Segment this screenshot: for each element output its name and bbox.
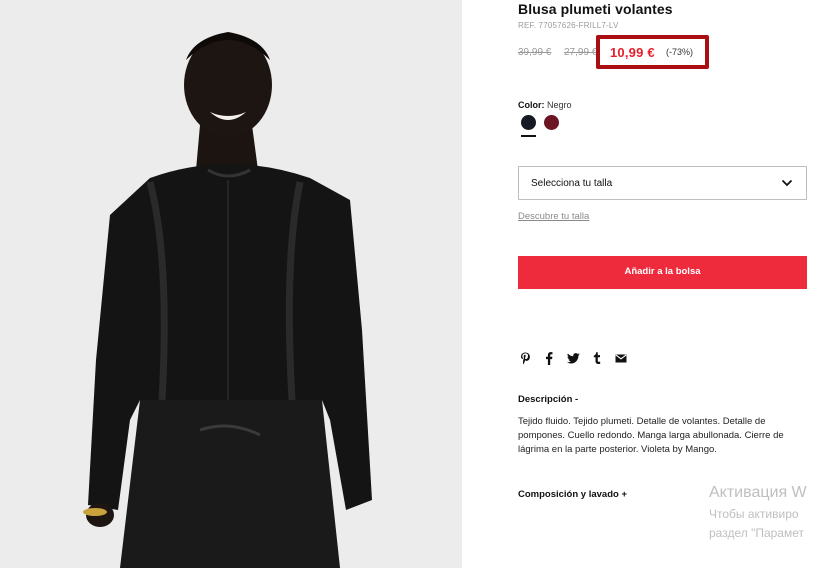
color-swatch-wine[interactable] bbox=[544, 115, 559, 130]
size-guide-link[interactable]: Descubre tu talla bbox=[518, 211, 589, 222]
color-selector-label: Color: Negro bbox=[518, 100, 572, 110]
discount-badge: (-73%) bbox=[666, 47, 694, 57]
pinterest-icon[interactable] bbox=[518, 351, 532, 365]
share-icons bbox=[518, 351, 628, 365]
sale-price-highlight: 10,99 € (-73%) bbox=[596, 35, 709, 69]
chevron-down-icon bbox=[781, 179, 793, 187]
color-value: Negro bbox=[547, 100, 572, 110]
add-to-bag-label: Añadir a la bolsa bbox=[624, 266, 701, 277]
product-info-panel: Blusa plumeti volantes REF. 77057626-FRI… bbox=[518, 0, 823, 568]
previous-price: 27,99 € bbox=[564, 47, 598, 58]
color-label: Color: bbox=[518, 100, 545, 110]
size-dropdown[interactable]: Selecciona tu talla bbox=[518, 166, 807, 200]
model-illustration bbox=[0, 0, 462, 568]
composition-toggle[interactable]: Composición y lavado + bbox=[518, 489, 627, 500]
product-photo[interactable] bbox=[0, 0, 462, 568]
selected-swatch-indicator bbox=[521, 135, 536, 137]
product-title: Blusa plumeti volantes bbox=[518, 1, 673, 17]
windows-activation-watermark: Активация W Чтобы активиро раздел "Парам… bbox=[709, 484, 823, 540]
color-swatch-black[interactable] bbox=[521, 115, 536, 130]
description-text: Tejido fluido. Tejido plumeti. Detalle d… bbox=[518, 416, 784, 455]
sale-price: 10,99 € bbox=[610, 45, 655, 60]
size-dropdown-label: Selecciona tu talla bbox=[531, 178, 613, 189]
product-reference: REF. 77057626-FRILL7-LV bbox=[518, 21, 619, 30]
twitter-icon[interactable] bbox=[566, 351, 580, 365]
watermark-line-2: Чтобы активиро bbox=[709, 507, 799, 521]
tumblr-icon[interactable] bbox=[590, 351, 604, 365]
facebook-icon[interactable] bbox=[542, 351, 556, 365]
watermark-line-1: Активация W bbox=[709, 484, 807, 501]
add-to-bag-button[interactable]: Añadir a la bolsa bbox=[518, 256, 807, 289]
email-icon[interactable] bbox=[614, 351, 628, 365]
description-toggle[interactable]: Descripción - bbox=[518, 394, 578, 405]
original-price: 39,99 € bbox=[518, 47, 552, 58]
watermark-line-3: раздел "Парамет bbox=[709, 526, 804, 540]
